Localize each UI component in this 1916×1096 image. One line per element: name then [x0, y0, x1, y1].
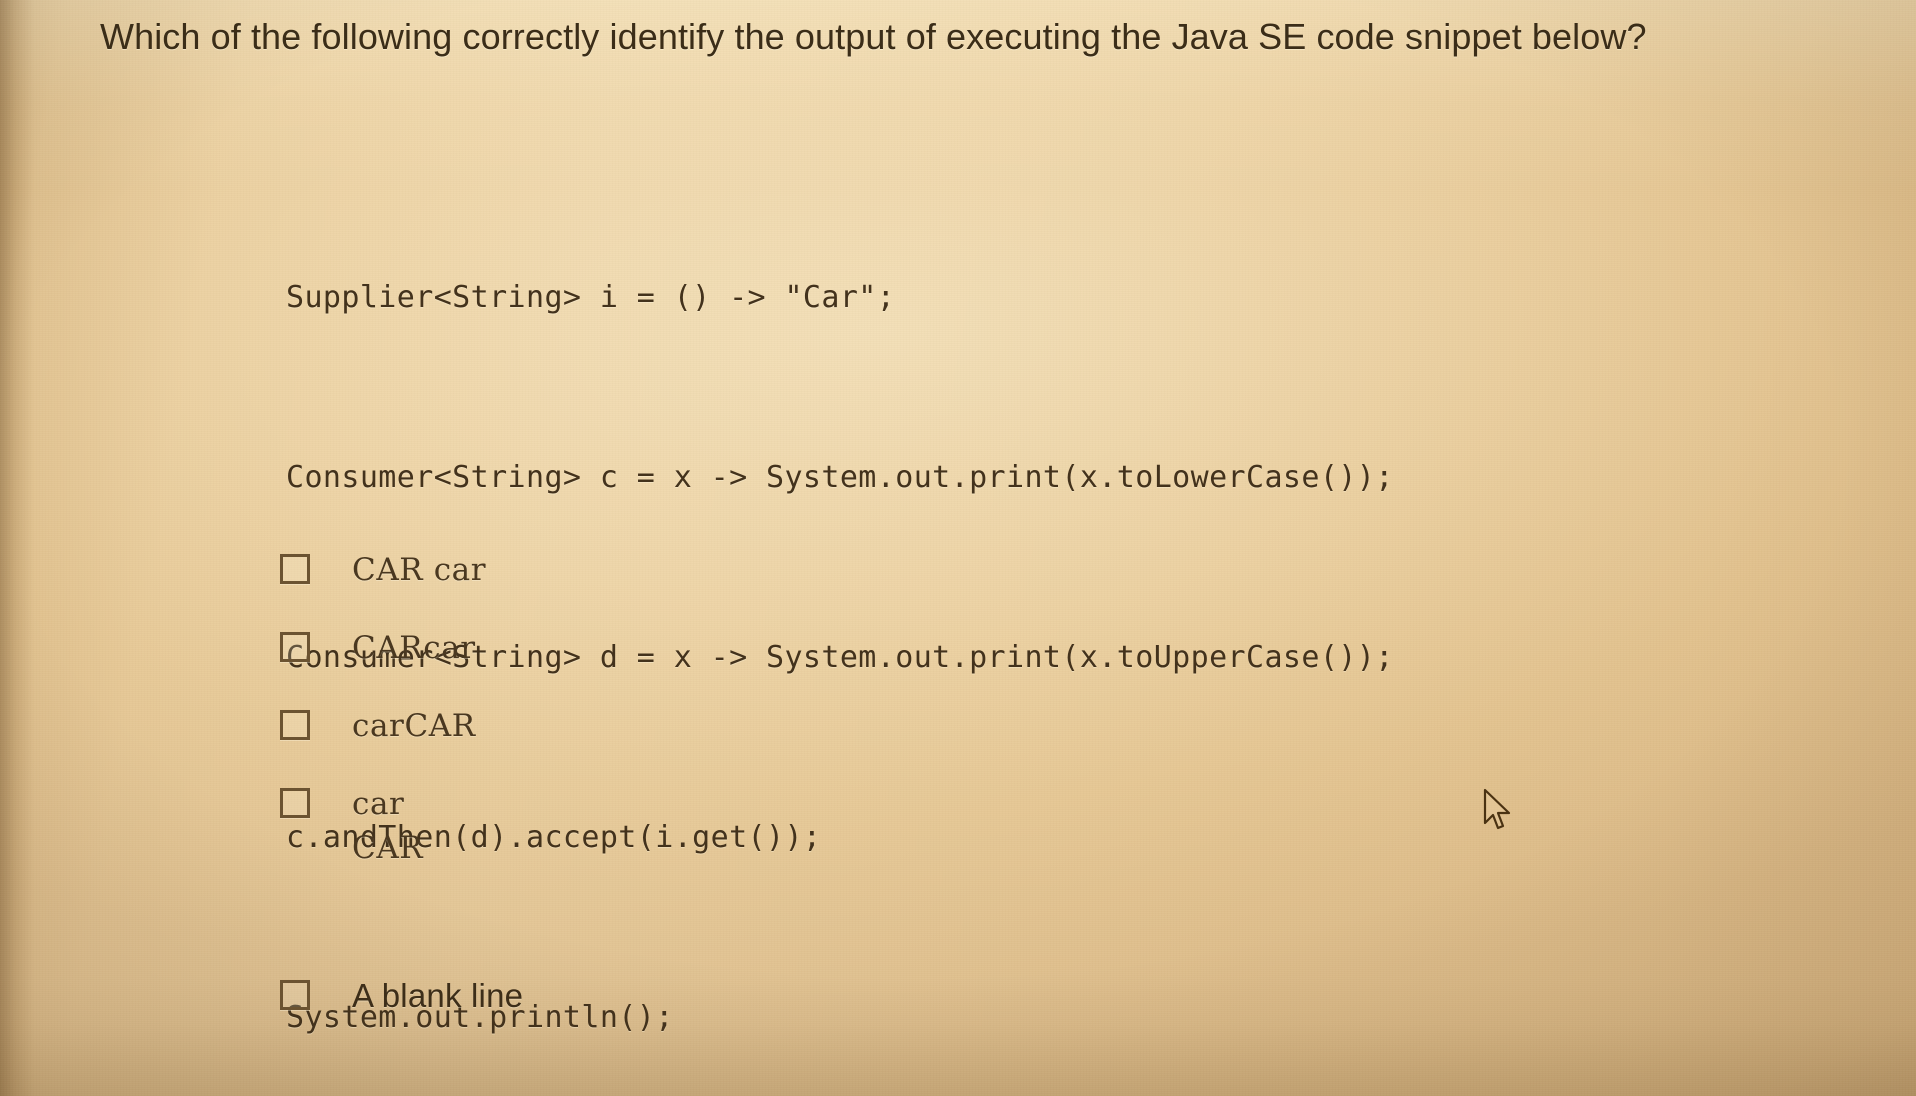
page-title: Which of the following correctly identif… [100, 16, 1647, 57]
option-label: car CAR [352, 786, 424, 866]
checkbox-icon[interactable] [280, 554, 310, 584]
code-line: Consumer<String> c = x -> System.out.pri… [286, 460, 1394, 495]
screenshot-root: Which of the following correctly identif… [0, 0, 1916, 1096]
option-label: A blank line [352, 977, 524, 1014]
code-line: Supplier<String> i = () -> "Car"; [286, 280, 896, 315]
option-carcar-lower-upper[interactable]: carCAR [280, 704, 1280, 748]
option-car-newline-car[interactable]: car CAR [280, 782, 1280, 870]
checkbox-icon[interactable] [280, 632, 310, 662]
option-label: CARcar [352, 630, 476, 666]
question-content: Which of the following correctly identif… [0, 0, 1916, 1096]
option-car-upper-lower[interactable]: CAR car [280, 548, 1280, 592]
option-carcar-upper-lower[interactable]: CARcar [280, 626, 1280, 670]
checkbox-icon[interactable] [280, 788, 310, 818]
option-blank-line[interactable]: A blank line [280, 974, 1280, 1018]
option-label: CAR car [352, 552, 487, 588]
checkbox-icon[interactable] [280, 980, 310, 1010]
answer-options-list: CAR car CARcar carCAR car CAR A blank li… [280, 548, 1280, 1052]
option-label: carCAR [352, 708, 476, 744]
checkbox-icon[interactable] [280, 710, 310, 740]
